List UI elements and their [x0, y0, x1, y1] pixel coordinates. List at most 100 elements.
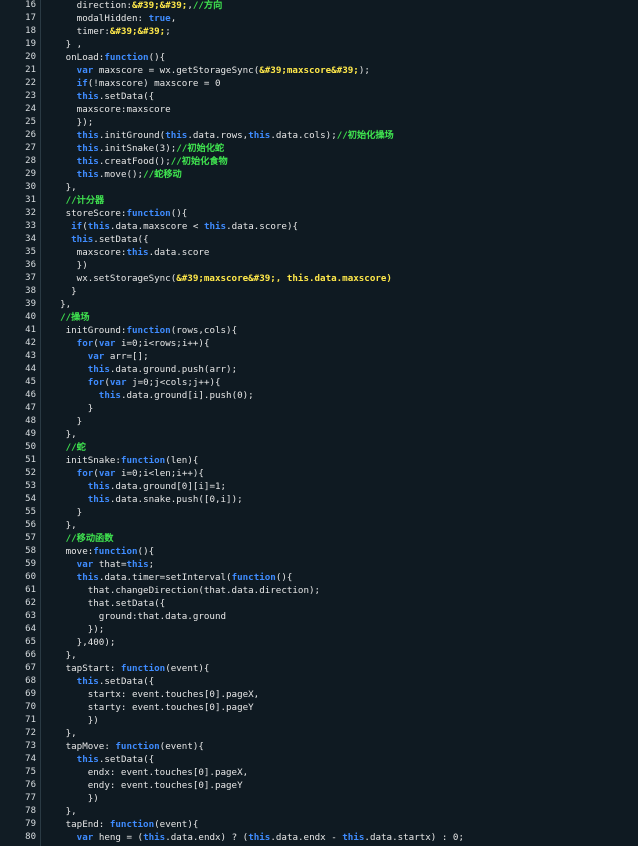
code-token: //初始化食物	[170, 156, 228, 167]
code-token: ,	[170, 13, 177, 24]
code-token: ;	[148, 559, 155, 570]
code-token: tapMove:	[49, 741, 116, 752]
code-lines: 16 direction:&#39;&#39;,//方向 17 modalHidd…	[0, 0, 638, 846]
code-token: },400);	[49, 637, 116, 648]
line-number: 22	[25, 78, 36, 88]
code-line: 45 for(var j=0;j<cols;j++){	[0, 376, 638, 389]
code-token: function	[115, 741, 160, 752]
line-source: tapStart: function(event){	[49, 662, 210, 675]
code-token: if	[76, 78, 88, 89]
line-source: },	[49, 428, 77, 441]
code-token: .data.ground[i].push(0);	[120, 390, 254, 401]
code-token: //初始化操场	[336, 130, 394, 141]
code-token: j=0;j<cols;j++){	[126, 377, 221, 388]
code-line: 64 });	[0, 623, 638, 636]
code-line: 69 startx: event.touches[0].pageX,	[0, 688, 638, 701]
code-token: //初始化蛇	[176, 143, 225, 154]
code-token: this	[76, 572, 99, 583]
line-number: 74	[25, 754, 36, 764]
line-number: 75	[25, 767, 36, 777]
line-source: },	[49, 805, 77, 818]
code-token: .data.startx) : 0;	[364, 832, 464, 843]
line-source: })	[49, 792, 99, 805]
line-source: this.data.ground.push(arr);	[49, 363, 237, 376]
code-token: (){	[275, 572, 293, 583]
code-token: arr=[];	[104, 351, 149, 362]
line-number: 40	[25, 312, 36, 322]
code-editor[interactable]: 16 direction:&#39;&#39;,//方向 17 modalHidd…	[0, 0, 638, 846]
code-token: .setData({	[98, 676, 155, 687]
line-number: 47	[25, 403, 36, 413]
code-token: function	[109, 819, 155, 830]
code-line: 66 },	[0, 649, 638, 662]
line-source: }	[49, 285, 77, 298]
code-token: .data.cols);	[270, 130, 337, 141]
code-line: 29 this.move();//蛇移动	[0, 168, 638, 181]
line-source: this.move();//蛇移动	[49, 168, 182, 181]
line-number: 26	[25, 130, 36, 140]
code-token: function	[120, 455, 166, 466]
line-source: maxscore:this.data.score	[49, 246, 210, 259]
code-token: });	[49, 624, 105, 635]
line-number: 52	[25, 468, 36, 478]
line-number: 39	[25, 299, 36, 309]
line-source: this.data.snake.push([0,i]);	[49, 493, 243, 506]
line-source: //操场	[49, 311, 90, 324]
code-token: endx: event.touches[0].pageX,	[49, 767, 249, 778]
code-line: 39 },	[0, 298, 638, 311]
line-source: this.initGround(this.data.rows,this.data…	[49, 129, 394, 142]
code-line: 52 for(var i=0;i<len;i++){	[0, 467, 638, 480]
line-number: 68	[25, 676, 36, 686]
code-line: 62 that.setData({	[0, 597, 638, 610]
code-token: this	[126, 559, 149, 570]
line-number: 33	[25, 221, 36, 231]
code-line: 61 that.changeDirection(that.data.direct…	[0, 584, 638, 597]
line-number: 43	[25, 351, 36, 361]
line-number: 36	[25, 260, 36, 270]
code-token: tapStart:	[49, 663, 121, 674]
line-number: 79	[25, 819, 36, 829]
code-token: .setData({	[98, 91, 155, 102]
code-token: direction:	[49, 0, 132, 11]
line-number: 77	[25, 793, 36, 803]
code-line: 30 },	[0, 181, 638, 194]
line-number: 70	[25, 702, 36, 712]
code-token: timer:	[49, 26, 110, 37]
line-number: 59	[25, 559, 36, 569]
code-line: 24 maxscore:maxscore	[0, 103, 638, 116]
code-line: 21 var maxscore = wx.getStorageSync(&#39…	[0, 64, 638, 77]
code-token: this	[76, 754, 99, 765]
line-number: 23	[25, 91, 36, 101]
line-number: 27	[25, 143, 36, 153]
line-source: move:function(){	[49, 545, 155, 558]
code-token: this	[248, 832, 271, 843]
code-line: 47 }	[0, 402, 638, 415]
code-line: 72 },	[0, 727, 638, 740]
line-source: wx.setStorageSync(&#39;maxscore&#39;, th…	[49, 272, 392, 285]
line-number: 45	[25, 377, 36, 387]
code-token: }	[49, 416, 83, 427]
line-source: //移动函数	[49, 532, 114, 545]
code-token: ground:that.data.ground	[49, 611, 227, 622]
code-line: 31 //计分器	[0, 194, 638, 207]
line-number: 71	[25, 715, 36, 725]
line-number: 55	[25, 507, 36, 517]
code-token: initSnake:	[49, 455, 121, 466]
code-token: (){	[137, 546, 155, 557]
line-number: 63	[25, 611, 36, 621]
code-token: function	[93, 546, 138, 557]
code-token: //操场	[60, 312, 90, 323]
line-source: if(!maxscore) maxscore = 0	[49, 77, 221, 90]
line-source: })	[49, 259, 88, 272]
line-source: this.initSnake(3);//初始化蛇	[49, 142, 224, 155]
